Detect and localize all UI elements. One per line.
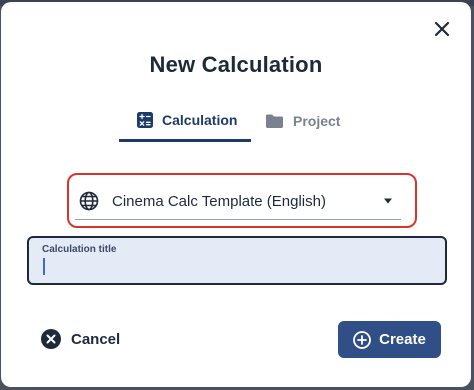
- tab-calculation[interactable]: Calculation: [119, 100, 251, 142]
- new-calculation-dialog: New Calculation Calculation Project Cine…: [1, 2, 471, 387]
- cancel-circle-icon: [41, 329, 61, 349]
- caret-down-icon: [384, 198, 392, 204]
- globe-icon: [79, 191, 99, 211]
- tab-project-label: Project: [293, 113, 341, 129]
- folder-icon: [265, 113, 284, 129]
- close-icon: [434, 21, 450, 37]
- close-button[interactable]: [427, 14, 457, 44]
- calculation-title-field[interactable]: Calculation title: [27, 236, 447, 285]
- tab-calculation-label: Calculation: [162, 111, 238, 128]
- dialog-title: New Calculation: [149, 52, 323, 77]
- plus-circle-icon: [353, 330, 372, 349]
- calculation-title-label: Calculation title: [42, 244, 117, 255]
- cancel-button[interactable]: Cancel: [41, 327, 120, 351]
- template-select-highlight: Cinema Calc Template (English): [67, 173, 417, 228]
- template-select-value: Cinema Calc Template (English): [112, 192, 326, 210]
- calculation-title-input[interactable]: [42, 258, 432, 276]
- tab-bar: Calculation Project: [119, 100, 359, 144]
- template-select[interactable]: Cinema Calc Template (English): [75, 183, 401, 220]
- tab-project[interactable]: Project: [265, 100, 365, 142]
- create-button-label: Create: [379, 331, 426, 348]
- create-button[interactable]: Create: [338, 321, 441, 358]
- cancel-button-label: Cancel: [71, 330, 121, 348]
- calculator-icon: [137, 111, 153, 128]
